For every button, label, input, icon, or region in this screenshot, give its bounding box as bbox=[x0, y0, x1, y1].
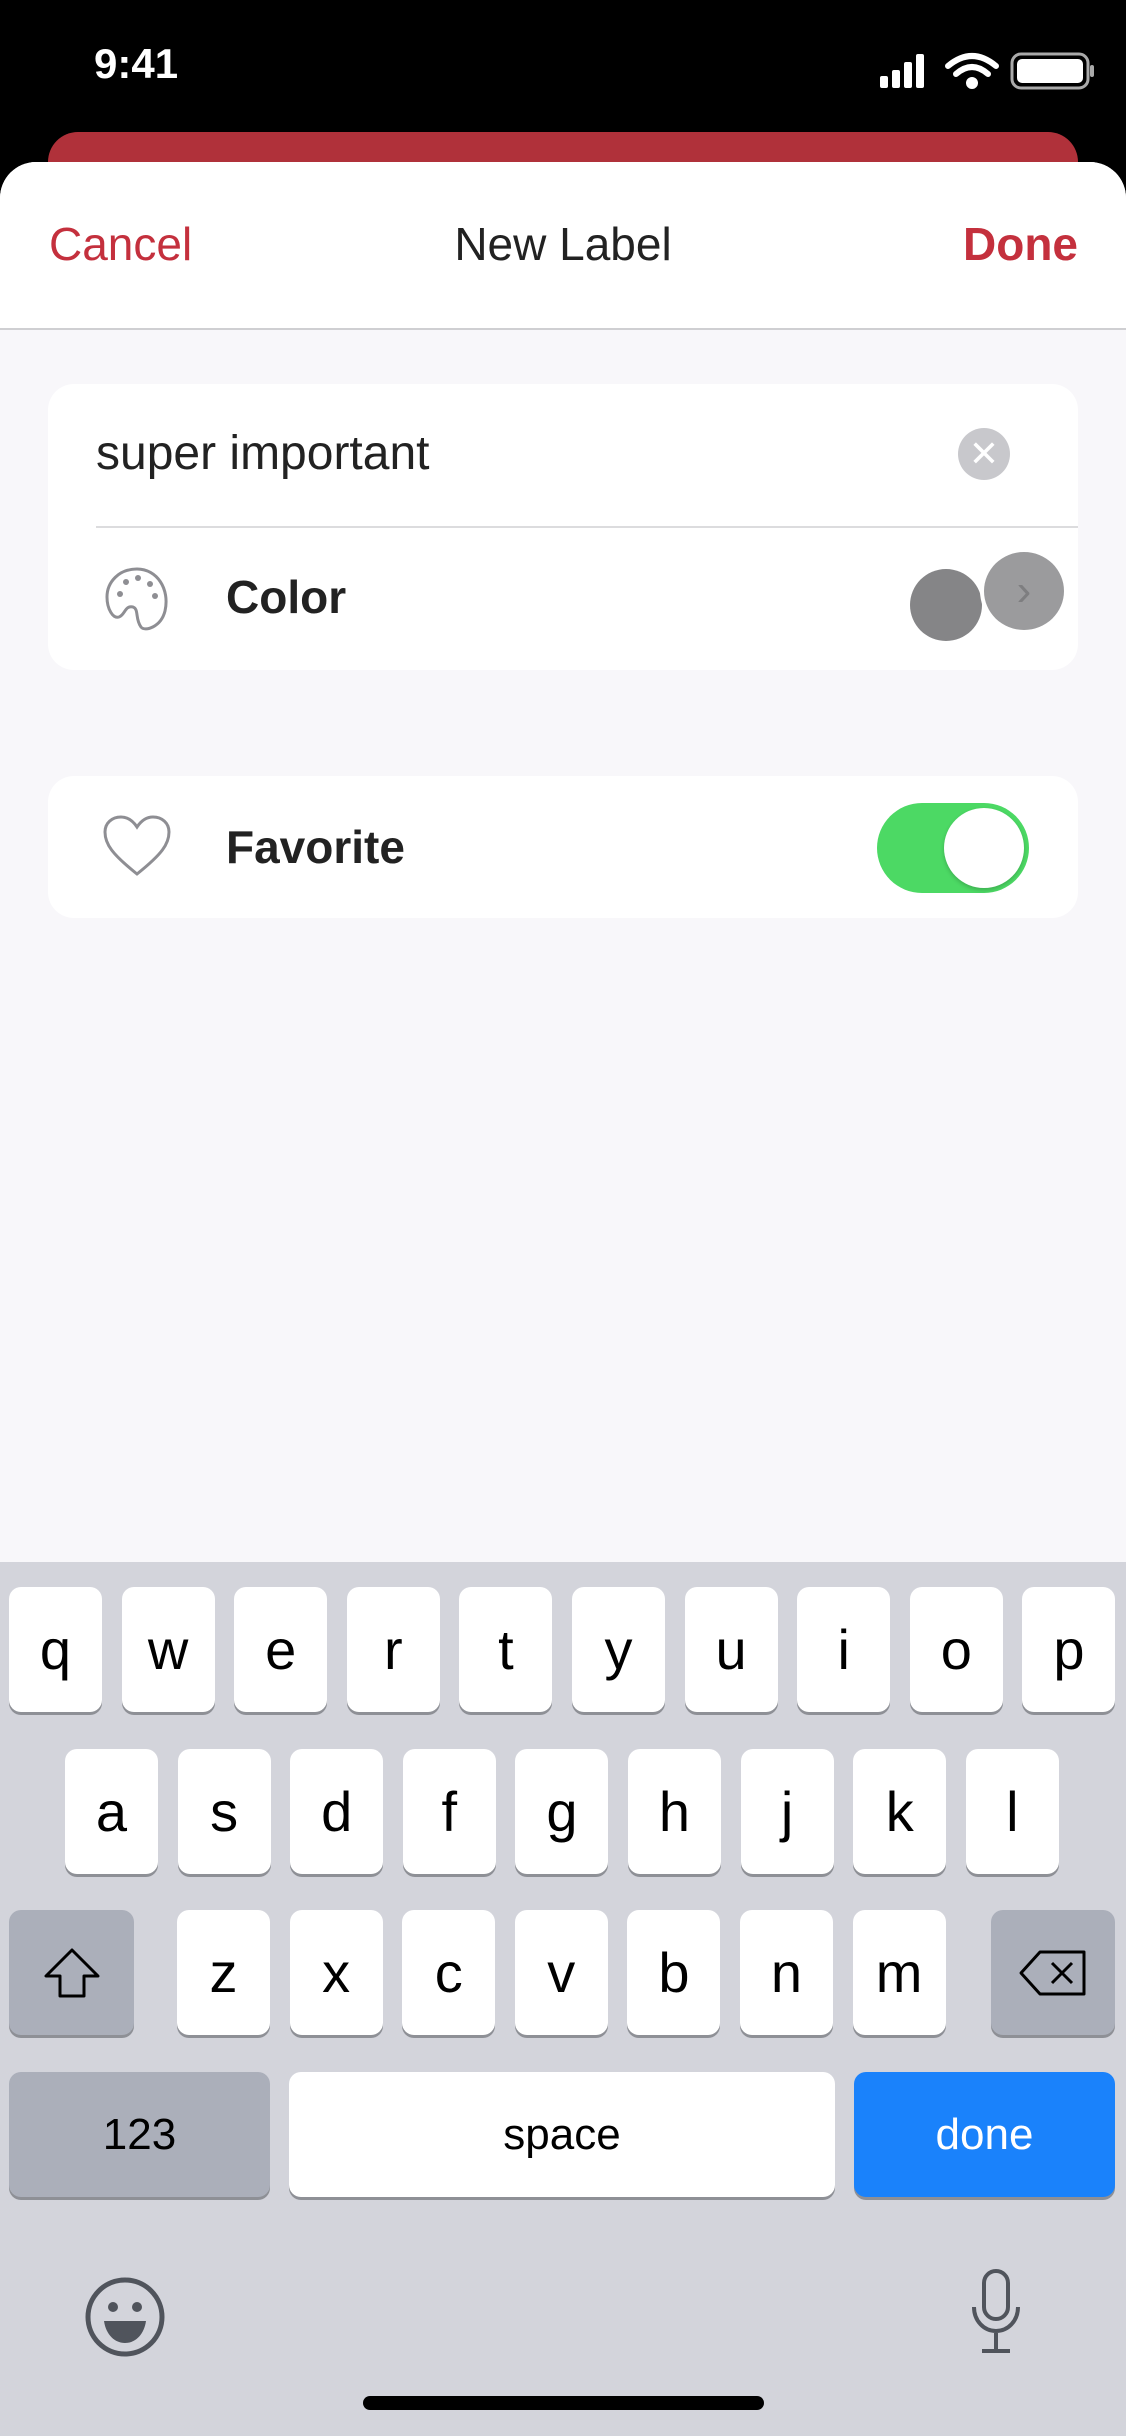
key-j[interactable]: j bbox=[740, 1749, 834, 1874]
key-m[interactable]: m bbox=[852, 1910, 946, 2035]
favorite-label: Favorite bbox=[226, 821, 405, 873]
key-e[interactable]: e bbox=[234, 1587, 328, 1712]
key-o[interactable]: o bbox=[909, 1587, 1003, 1712]
status-time: 9:41 bbox=[94, 40, 179, 87]
palette-icon bbox=[105, 567, 168, 631]
key-u[interactable]: u bbox=[684, 1587, 778, 1712]
key-p[interactable]: p bbox=[1022, 1587, 1116, 1712]
key-z[interactable]: z bbox=[177, 1910, 270, 2035]
battery-icon bbox=[1010, 52, 1094, 90]
label-card: super important ✕ Color › bbox=[48, 384, 1078, 670]
key-c[interactable]: c bbox=[402, 1910, 496, 2035]
keyboard-done-key[interactable]: done bbox=[854, 2072, 1115, 2197]
key-g[interactable]: g bbox=[515, 1749, 609, 1874]
key-f[interactable]: f bbox=[402, 1749, 496, 1874]
key-i[interactable]: i bbox=[797, 1587, 891, 1712]
key-n[interactable]: n bbox=[740, 1910, 833, 2035]
key-q[interactable]: q bbox=[9, 1587, 102, 1712]
cellular-signal-icon bbox=[880, 54, 924, 88]
key-l[interactable]: l bbox=[965, 1749, 1059, 1874]
home-indicator bbox=[363, 2396, 764, 2410]
key-x[interactable]: x bbox=[289, 1910, 383, 2035]
key-b[interactable]: b bbox=[627, 1910, 721, 2035]
clear-text-icon[interactable]: ✕ bbox=[958, 428, 1010, 480]
key-k[interactable]: k bbox=[853, 1749, 947, 1874]
key-r[interactable]: r bbox=[346, 1587, 440, 1712]
emoji-icon[interactable] bbox=[84, 2276, 166, 2363]
color-label: Color bbox=[226, 571, 347, 623]
toggle-knob bbox=[944, 808, 1024, 888]
key-h[interactable]: h bbox=[628, 1749, 721, 1874]
color-swatch[interactable] bbox=[910, 569, 982, 641]
chevron-right-icon[interactable]: › bbox=[980, 548, 1068, 634]
favorite-card: Favorite bbox=[48, 776, 1078, 918]
key-y[interactable]: y bbox=[572, 1587, 665, 1712]
key-s[interactable]: s bbox=[177, 1749, 271, 1874]
favorite-toggle[interactable] bbox=[877, 803, 1029, 893]
nav-bar: New Label Cancel Done bbox=[0, 162, 1126, 330]
numbers-key[interactable]: 123 bbox=[9, 2072, 270, 2197]
shift-icon bbox=[44, 1948, 99, 1997]
key-w[interactable]: w bbox=[121, 1587, 215, 1712]
cancel-button[interactable]: Cancel bbox=[49, 217, 192, 271]
space-key[interactable]: space bbox=[289, 2072, 835, 2197]
microphone-icon[interactable] bbox=[966, 2267, 1026, 2362]
key-d[interactable]: d bbox=[290, 1749, 384, 1874]
new-label-sheet: New Label Cancel Done super important ✕ … bbox=[0, 162, 1126, 2436]
heart-icon bbox=[103, 815, 171, 876]
keyboard: q w e r t y u i o p a s d f g h j k l z x c v b n m 123 space done bbox=[0, 1562, 1126, 2436]
status-icons bbox=[880, 52, 1094, 90]
label-name-input[interactable]: super important bbox=[96, 426, 430, 481]
key-t[interactable]: t bbox=[459, 1587, 553, 1712]
wifi-icon bbox=[945, 53, 999, 89]
done-button[interactable]: Done bbox=[963, 217, 1078, 271]
shift-key[interactable] bbox=[9, 1910, 134, 2035]
divider bbox=[96, 526, 1078, 528]
backspace-icon bbox=[1019, 1950, 1086, 1995]
backspace-key[interactable] bbox=[991, 1910, 1115, 2035]
key-a[interactable]: a bbox=[65, 1749, 158, 1874]
key-v[interactable]: v bbox=[514, 1910, 608, 2035]
